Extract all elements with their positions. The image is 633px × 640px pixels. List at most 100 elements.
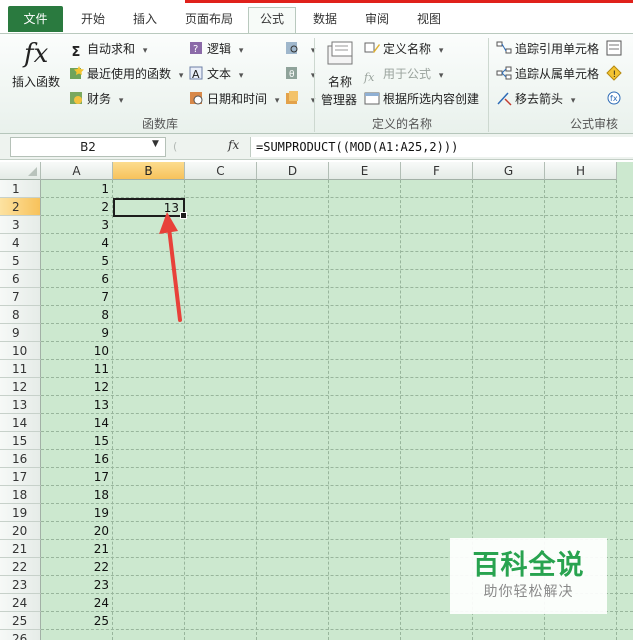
row-header-11[interactable]: 11 xyxy=(0,360,41,378)
recently-used-button[interactable]: 最近使用的函数 xyxy=(68,64,183,84)
cell-a14[interactable]: 14 xyxy=(42,414,112,432)
error-checking-button[interactable]: ! xyxy=(606,64,633,84)
column-header-b[interactable]: B xyxy=(113,162,185,180)
insert-function-button[interactable]: 插入函数 xyxy=(12,72,60,92)
insert-function-icon[interactable]: fx xyxy=(24,39,48,69)
column-header-e[interactable]: E xyxy=(329,162,401,180)
row-header-25[interactable]: 25 xyxy=(0,612,41,630)
cell-a4[interactable]: 4 xyxy=(42,234,112,252)
row-header-19[interactable]: 19 xyxy=(0,504,41,522)
more-functions-button[interactable] xyxy=(284,89,315,109)
financial-button[interactable]: 财务 xyxy=(68,89,123,109)
cell-a2[interactable]: 2 xyxy=(42,198,112,216)
evaluate-formula-button[interactable]: fx xyxy=(606,89,625,109)
row-header-13[interactable]: 13 xyxy=(0,396,41,414)
cell-a19[interactable]: 19 xyxy=(42,504,112,522)
cell-a7[interactable]: 7 xyxy=(42,288,112,306)
cell-a6[interactable]: 6 xyxy=(42,270,112,288)
insert-function-fx-button[interactable]: fx xyxy=(228,138,239,152)
column-header-h[interactable]: H xyxy=(545,162,617,180)
row-header-24[interactable]: 24 xyxy=(0,594,41,612)
name-box[interactable]: B2 xyxy=(10,137,166,157)
cell-a21[interactable]: 21 xyxy=(42,540,112,558)
column-header-f[interactable]: F xyxy=(401,162,473,180)
cell-a12[interactable]: 12 xyxy=(42,378,112,396)
row-header-10[interactable]: 10 xyxy=(0,342,41,360)
row-header-9[interactable]: 9 xyxy=(0,324,41,342)
row-header-14[interactable]: 14 xyxy=(0,414,41,432)
cell-a24[interactable]: 24 xyxy=(42,594,112,612)
column-header-g[interactable]: G xyxy=(473,162,545,180)
row-header-2[interactable]: 2 xyxy=(0,198,41,216)
tab-view[interactable]: 视图 xyxy=(406,8,452,34)
trace-dependents-button[interactable]: 追踪从属单元格 xyxy=(496,64,599,84)
row-header-22[interactable]: 22 xyxy=(0,558,41,576)
cell-a9[interactable]: 9 xyxy=(42,324,112,342)
formula-bar-expand-icon[interactable]: ( xyxy=(173,138,211,156)
lookup-reference-button[interactable] xyxy=(284,39,315,59)
tab-file[interactable]: 文件 xyxy=(8,6,63,32)
define-name-button[interactable]: 定义名称 xyxy=(364,39,443,59)
name-manager-icon[interactable] xyxy=(326,40,356,68)
trace-precedents-button[interactable]: 追踪引用单元格 xyxy=(496,39,599,59)
cell-a1[interactable]: 1 xyxy=(42,180,112,198)
create-from-selection-button[interactable]: 根据所选内容创建 xyxy=(364,89,479,109)
name-box-dropdown-icon[interactable]: ▼ xyxy=(152,139,159,149)
tab-data[interactable]: 数据 xyxy=(302,8,348,34)
show-formulas-button[interactable] xyxy=(606,39,625,59)
row-header-18[interactable]: 18 xyxy=(0,486,41,504)
select-all-corner[interactable] xyxy=(0,162,41,180)
row-header-12[interactable]: 12 xyxy=(0,378,41,396)
cell-a3[interactable]: 3 xyxy=(42,216,112,234)
logical-button[interactable]: ? 逻辑 xyxy=(188,39,243,59)
cell-b2-selected[interactable]: 13 xyxy=(113,198,187,219)
cell-a13[interactable]: 13 xyxy=(42,396,112,414)
tab-formulas[interactable]: 公式 xyxy=(248,7,296,34)
cell-a20[interactable]: 20 xyxy=(42,522,112,540)
watermark-subtitle: 助你轻松解决 xyxy=(483,584,574,600)
cell-a25[interactable]: 25 xyxy=(42,612,112,630)
tab-insert[interactable]: 插入 xyxy=(122,8,168,34)
autosum-button[interactable]: Σ 自动求和 xyxy=(68,39,147,60)
row-header-20[interactable]: 20 xyxy=(0,522,41,540)
cell-a23[interactable]: 23 xyxy=(42,576,112,594)
row-header-1[interactable]: 1 xyxy=(0,180,41,198)
row-header-6[interactable]: 6 xyxy=(0,270,41,288)
gridline-vertical xyxy=(112,180,113,640)
tab-home[interactable]: 开始 xyxy=(70,8,116,34)
row-header-16[interactable]: 16 xyxy=(0,450,41,468)
row-header-23[interactable]: 23 xyxy=(0,576,41,594)
cell-a5[interactable]: 5 xyxy=(42,252,112,270)
cell-a15[interactable]: 15 xyxy=(42,432,112,450)
name-manager-label-2[interactable]: 管理器 xyxy=(321,90,357,110)
column-header-d[interactable]: D xyxy=(257,162,329,180)
row-header-15[interactable]: 15 xyxy=(0,432,41,450)
name-manager-label-1[interactable]: 名称 xyxy=(328,72,352,92)
row-header-7[interactable]: 7 xyxy=(0,288,41,306)
tab-review[interactable]: 审阅 xyxy=(354,8,400,34)
title-accent-line xyxy=(185,0,633,3)
text-button[interactable]: A 文本 xyxy=(188,64,243,84)
cell-a10[interactable]: 10 xyxy=(42,342,112,360)
tab-page-layout[interactable]: 页面布局 xyxy=(176,8,242,34)
cell-a11[interactable]: 11 xyxy=(42,360,112,378)
row-header-21[interactable]: 21 xyxy=(0,540,41,558)
row-header-3[interactable]: 3 xyxy=(0,216,41,234)
cell-a8[interactable]: 8 xyxy=(42,306,112,324)
column-header-c[interactable]: C xyxy=(185,162,257,180)
column-header-a[interactable]: A xyxy=(41,162,113,180)
math-trig-button[interactable]: θ xyxy=(284,64,315,84)
cell-a22[interactable]: 22 xyxy=(42,558,112,576)
cell-a17[interactable]: 17 xyxy=(42,468,112,486)
cell-a18[interactable]: 18 xyxy=(42,486,112,504)
cell-a16[interactable]: 16 xyxy=(42,450,112,468)
row-header-8[interactable]: 8 xyxy=(0,306,41,324)
use-in-formula-button[interactable]: fx 用于公式 xyxy=(364,64,443,84)
row-header-5[interactable]: 5 xyxy=(0,252,41,270)
row-header-4[interactable]: 4 xyxy=(0,234,41,252)
row-header-26[interactable]: 26 xyxy=(0,630,41,640)
formula-input[interactable]: =SUMPRODUCT((MOD(A1:A25,2))) xyxy=(250,137,633,157)
date-time-button[interactable]: 日期和时间 xyxy=(188,89,279,109)
remove-arrows-button[interactable]: 移去箭头 xyxy=(496,89,575,109)
row-header-17[interactable]: 17 xyxy=(0,468,41,486)
